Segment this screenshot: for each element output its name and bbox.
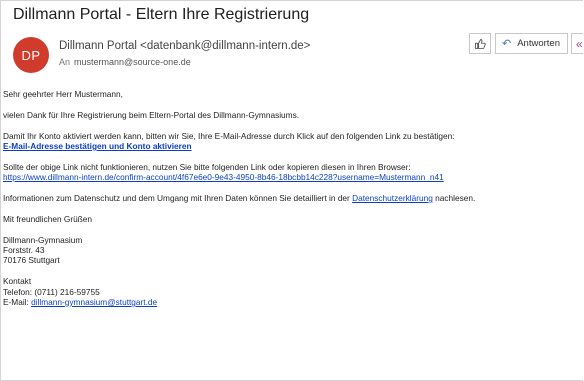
reply-button[interactable]: ↶ Antworten xyxy=(495,33,568,54)
recipient-address[interactable]: mustermann@source-one.de xyxy=(74,57,191,67)
greeting: Sehr geehrter Herr Mustermann, xyxy=(3,89,123,99)
sender-avatar[interactable]: DP xyxy=(13,37,49,73)
thanks-paragraph: vielen Dank für Ihre Registrierung beim … xyxy=(3,109,300,120)
closing: Mit freundlichen Grüßen xyxy=(3,213,93,224)
reply-all-button[interactable]: « xyxy=(571,33,583,54)
privacy-text-after: nachlesen. xyxy=(432,193,476,203)
thumbs-up-icon xyxy=(475,38,486,49)
privacy-paragraph: Informationen zum Datenschutz und dem Um… xyxy=(3,193,475,203)
contact-email-label: E-Mail: xyxy=(3,297,32,308)
address-street: Forststr. 43 xyxy=(3,245,45,255)
email-body: Sehr geehrter Herr Mustermann, vielen Da… xyxy=(3,89,475,307)
fallback-text: Sollte der obige Link nicht funktioniere… xyxy=(3,161,411,172)
reply-arrow-icon: ↶ xyxy=(502,38,512,50)
contact-email-link[interactable]: dillmann-gymnasium@stuttgart.de xyxy=(31,297,157,307)
email-reading-pane: Dillmann Portal - Eltern Ihre Registrier… xyxy=(0,0,583,381)
privacy-text-before: Informationen zum Datenschutz und dem Um… xyxy=(3,193,353,203)
contact-email-line: E-Mail: dillmann-gymnasium@stuttgart.de xyxy=(3,297,475,307)
privacy-policy-link[interactable]: Datenschutzerklärung xyxy=(352,193,433,203)
email-subject: Dillmann Portal - Eltern Ihre Registrier… xyxy=(13,6,310,23)
address-name: Dillmann-Gymnasium xyxy=(3,234,83,245)
contact-heading: Kontakt xyxy=(3,276,32,287)
reply-button-label: Antworten xyxy=(517,38,560,49)
reply-all-icon: « xyxy=(576,36,583,51)
like-button[interactable] xyxy=(469,33,491,54)
contact-phone: Telefon: (0711) 216-59755 xyxy=(3,286,100,297)
activation-text: Damit Ihr Konto aktiviert werden kann, b… xyxy=(3,130,455,141)
fallback-url-link[interactable]: https://www.dillmann-intern.de/confirm-a… xyxy=(3,172,444,182)
sender-name[interactable]: Dillmann Portal <datenbank@dillmann-inte… xyxy=(59,40,310,52)
recipient-label: An xyxy=(59,57,71,67)
address-city: 70176 Stuttgart xyxy=(3,255,60,266)
recipient-line: An mustermann@source-one.de xyxy=(59,57,191,67)
activation-link[interactable]: E-Mail-Adresse bestätigen und Konto akti… xyxy=(3,141,192,151)
